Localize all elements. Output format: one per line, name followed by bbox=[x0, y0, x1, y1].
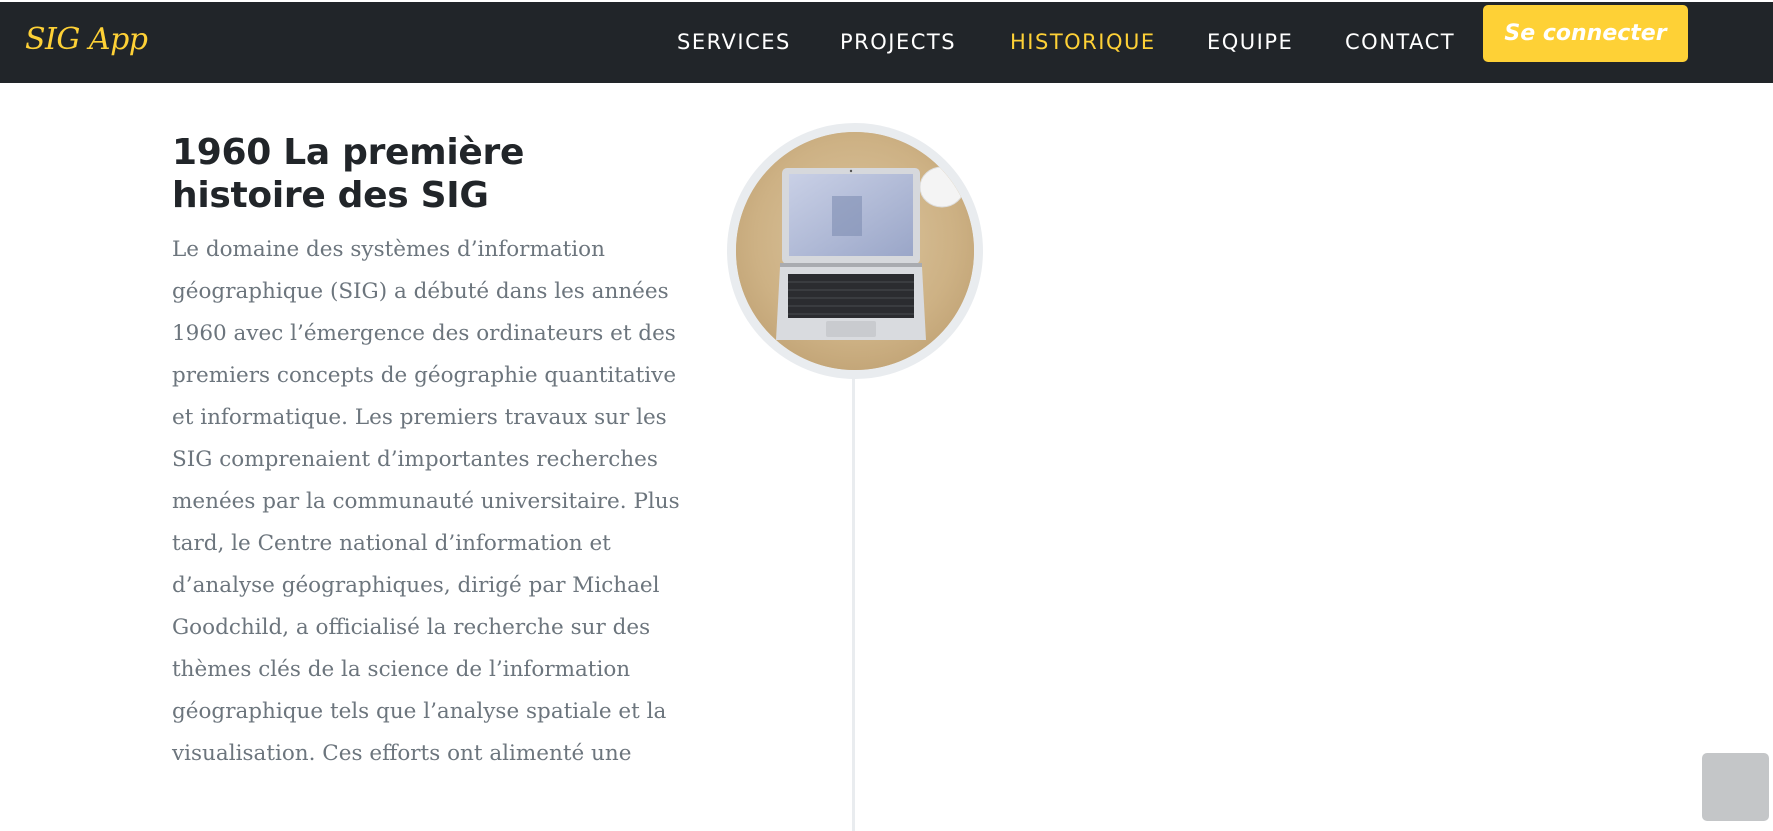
navbar: SIG App SERVICES PROJECTS HISTORIQUE EQU… bbox=[0, 0, 1773, 83]
timeline-text: 1960 La première histoire des SIG Le dom… bbox=[172, 131, 682, 775]
nav-link-contact[interactable]: CONTACT bbox=[1345, 30, 1455, 54]
scroll-to-top-button[interactable] bbox=[1702, 753, 1769, 821]
laptop-photo bbox=[736, 132, 974, 370]
login-button[interactable]: Se connecter bbox=[1483, 5, 1688, 62]
nav-link-projects[interactable]: PROJECTS bbox=[840, 30, 956, 54]
nav-link-services[interactable]: SERVICES bbox=[677, 30, 791, 54]
timeline-heading: 1960 La première histoire des SIG bbox=[172, 132, 525, 216]
nav-link-equipe[interactable]: EQUIPE bbox=[1207, 30, 1293, 54]
timeline-section: 1960 La première histoire des SIG Le dom… bbox=[0, 83, 1773, 831]
timeline-image bbox=[727, 123, 983, 379]
timeline-body: Le domaine des systèmes d’information gé… bbox=[172, 237, 680, 766]
timeline-line bbox=[852, 378, 855, 831]
nav-link-historique[interactable]: HISTORIQUE bbox=[1010, 30, 1156, 54]
